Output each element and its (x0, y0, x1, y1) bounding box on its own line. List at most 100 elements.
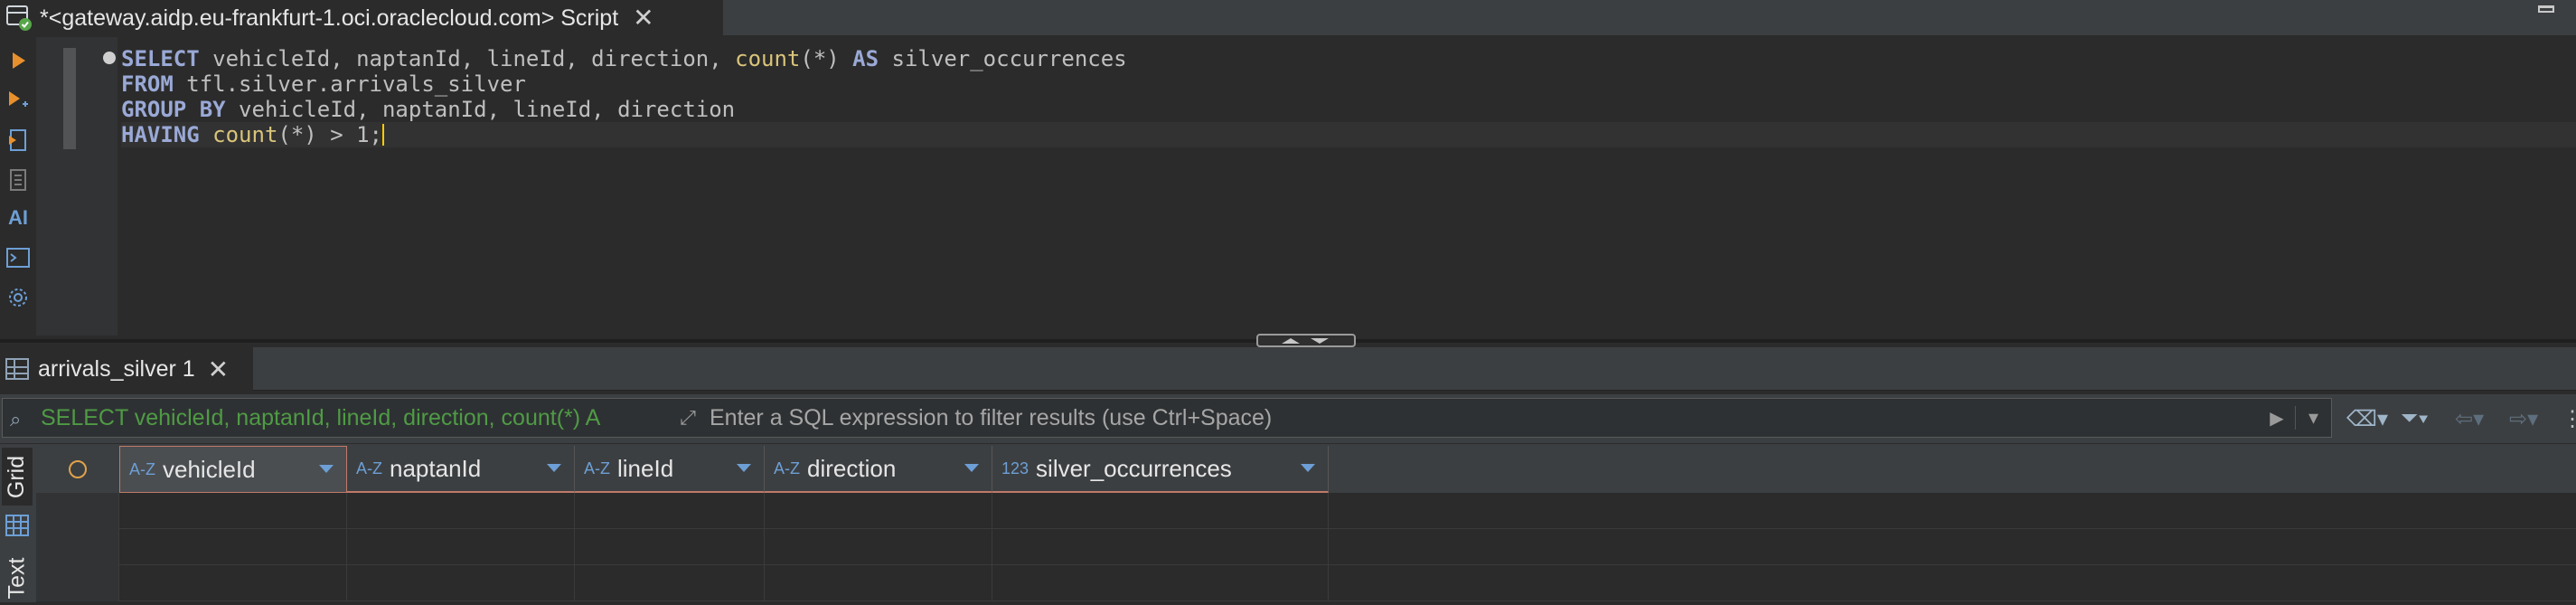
table-row[interactable] (36, 529, 2576, 565)
execute-in-new-tab-icon[interactable] (5, 88, 31, 113)
code-line-current: HAVING count(*) > 1; (121, 122, 2576, 147)
sql-text: tfl.silver.arrivals_silver (173, 71, 526, 97)
tab-grid[interactable]: Grid (2, 448, 33, 506)
column-header-naptanid[interactable]: A-Z naptanId (347, 446, 575, 493)
splitter-toggle-button[interactable] (1256, 334, 1356, 347)
sql-editor[interactable]: SELECT vehicleId, naptanId, lineId, dire… (36, 37, 2576, 336)
column-menu-icon[interactable] (319, 465, 334, 473)
editor-tab-bar: *<gateway.aidp.eu-frankfurt-1.oci.oracle… (0, 0, 2576, 36)
execute-statement-icon[interactable] (5, 48, 31, 73)
filter-icon[interactable]: ⏷▾ (2401, 403, 2429, 434)
sql-text: vehicleId, naptanId, lineId, direction, (199, 46, 736, 71)
grid-cell[interactable] (575, 493, 765, 529)
current-query-marker (63, 48, 76, 149)
expand-icon[interactable]: ⤢ (673, 406, 702, 430)
back-icon[interactable]: ⇦▾ (2455, 403, 2484, 434)
apply-filter-icon[interactable]: ▶ (2259, 407, 2295, 430)
sql-text: (*) > 1; (277, 122, 382, 147)
sql-text: (*) (800, 46, 853, 71)
code-line-content: HAVING count(*) > 1; (121, 122, 382, 147)
sql-keyword: HAVING (121, 122, 200, 147)
code-line-content: SELECT vehicleId, naptanId, lineId, dire… (121, 46, 1127, 71)
text-caret (382, 124, 384, 146)
column-header-direction[interactable]: A-Z direction (765, 446, 992, 493)
grid-cell[interactable] (119, 565, 347, 601)
string-type-icon: A-Z (774, 458, 800, 477)
editor-tab-title: *<gateway.aidp.eu-frankfurt-1.oci.oracle… (40, 5, 619, 31)
table-row[interactable] (36, 493, 2576, 529)
string-type-icon: A-Z (129, 459, 155, 478)
column-menu-icon[interactable] (737, 464, 751, 472)
column-name: silver_occurrences (1036, 454, 1232, 482)
eraser-icon[interactable]: ⌫▾ (2346, 403, 2388, 434)
select-all-icon[interactable] (69, 460, 87, 478)
column-menu-icon[interactable] (964, 464, 979, 472)
grid-cell[interactable] (765, 565, 992, 601)
column-name: naptanId (390, 454, 482, 482)
table-row[interactable] (36, 565, 2576, 601)
fold-icon[interactable] (103, 52, 116, 64)
editor-gutter (36, 37, 118, 336)
sql-text: silver_occurrences (879, 46, 1127, 71)
tab-grid-label: Grid (4, 455, 30, 498)
sql-code[interactable]: SELECT vehicleId, naptanId, lineId, dire… (103, 46, 2576, 147)
grid-cell[interactable] (992, 493, 1329, 529)
editor-tab[interactable]: *<gateway.aidp.eu-frankfurt-1.oci.oracle… (0, 0, 723, 36)
editor-tab-close-icon[interactable]: ✕ (633, 5, 653, 31)
grid-icon[interactable] (2, 507, 33, 544)
sql-keyword: GROUP BY (121, 97, 226, 122)
settings-icon[interactable] (5, 285, 31, 310)
row-header[interactable] (36, 493, 119, 529)
grid-cell[interactable] (575, 565, 765, 601)
filter-history-icon[interactable]: ▾ (2295, 406, 2331, 430)
results-grid[interactable]: A-Z vehicleId A-Z naptanId A-Z lineId A-… (36, 444, 2576, 602)
ai-assistant-icon[interactable]: AI (5, 205, 31, 231)
grid-cell[interactable] (119, 529, 347, 565)
filter-input[interactable] (702, 401, 2259, 435)
console-icon[interactable] (5, 245, 31, 270)
code-line-content: GROUP BY vehicleId, naptanId, lineId, di… (121, 97, 735, 122)
grid-cell[interactable] (992, 565, 1329, 601)
results-tab-bar: arrivals_silver 1 ✕ (0, 347, 2576, 391)
sql-function: count (212, 122, 278, 147)
sql-function: count (735, 46, 801, 71)
sql-keyword: AS (852, 46, 879, 71)
minimize-icon[interactable] (2538, 5, 2554, 13)
more-options-icon[interactable]: ⋮ (2562, 403, 2576, 434)
tab-text[interactable]: Text (2, 551, 33, 605)
column-header-lineid[interactable]: A-Z lineId (575, 446, 765, 493)
forward-icon[interactable]: ⇨▾ (2509, 403, 2538, 434)
grid-cell[interactable] (765, 493, 992, 529)
grid-cell[interactable] (347, 529, 575, 565)
number-type-icon: 123 (1001, 458, 1029, 477)
column-menu-icon[interactable] (1301, 464, 1315, 472)
filter-query-text: SELECT vehicleId, naptanId, lineId, dire… (41, 404, 601, 430)
column-header-vehicleid[interactable]: A-Z vehicleId (119, 446, 347, 493)
grid-cell[interactable] (575, 529, 765, 565)
grid-cell[interactable] (119, 493, 347, 529)
row-header[interactable] (36, 529, 119, 565)
grid-cell[interactable] (347, 565, 575, 601)
results-tab[interactable]: arrivals_silver 1 ✕ (0, 347, 253, 391)
string-type-icon: A-Z (356, 458, 382, 477)
grid-cell[interactable] (347, 493, 575, 529)
column-name: vehicleId (163, 455, 256, 483)
grid-cell[interactable] (992, 529, 1329, 565)
row-header[interactable] (36, 565, 119, 601)
query-icon: ⌕ (10, 408, 22, 430)
column-name: lineId (617, 454, 674, 482)
tab-text-label: Text (4, 557, 30, 599)
execute-script-icon[interactable] (5, 128, 31, 153)
column-header-silver-occurrences[interactable]: 123 silver_occurrences (992, 446, 1329, 493)
row-number-header[interactable] (36, 446, 119, 493)
results-filter-bar: ⌕ SELECT vehicleId, naptanId, lineId, di… (0, 394, 2576, 443)
filter-box: ⌕ SELECT vehicleId, naptanId, lineId, di… (2, 398, 2332, 438)
column-menu-icon[interactable] (547, 464, 561, 472)
sql-keyword: FROM (121, 71, 174, 97)
results-tab-label: arrivals_silver 1 (38, 355, 195, 382)
explain-plan-icon[interactable] (5, 167, 31, 193)
grid-header: A-Z vehicleId A-Z naptanId A-Z lineId A-… (36, 444, 2576, 493)
results-tab-close-icon[interactable]: ✕ (208, 354, 229, 384)
grid-cell[interactable] (765, 529, 992, 565)
